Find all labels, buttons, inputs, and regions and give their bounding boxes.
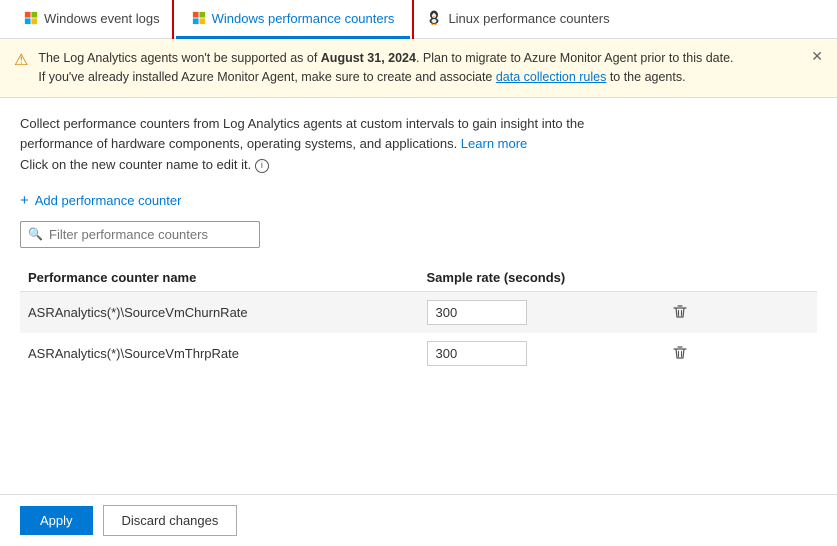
sample-rate-cell <box>419 291 658 333</box>
action-cell <box>658 291 817 333</box>
sample-rate-input[interactable] <box>427 300 527 325</box>
filter-input[interactable] <box>20 221 260 248</box>
counter-table: Performance counter name Sample rate (se… <box>20 264 817 374</box>
tab-linux-perf-counters[interactable]: Linux performance counters <box>410 0 625 39</box>
table-row: ASRAnalytics(*)\SourceVmChurnRate <box>20 291 817 333</box>
banner-text: The Log Analytics agents won't be suppor… <box>38 49 801 87</box>
column-header-name: Performance counter name <box>20 264 419 292</box>
main-content: Collect performance counters from Log An… <box>0 98 837 390</box>
data-collection-rules-link[interactable]: data collection rules <box>496 70 606 84</box>
tab-windows-perf-counters[interactable]: Windows performance counters <box>176 1 411 39</box>
table-header-row: Performance counter name Sample rate (se… <box>20 264 817 292</box>
delete-counter-button[interactable] <box>666 302 694 322</box>
tab-linux-perf-counters-label: Linux performance counters <box>448 11 609 26</box>
tab-windows-event-logs[interactable]: Windows event logs <box>8 1 176 39</box>
search-icon: 🔍 <box>28 227 43 241</box>
banner-close-button[interactable]: ✕ <box>811 49 823 63</box>
filter-container: 🔍 <box>20 221 260 248</box>
counter-name-cell: ASRAnalytics(*)\SourceVmChurnRate <box>20 291 419 333</box>
plus-icon: + <box>20 192 29 209</box>
trash-icon <box>672 304 688 320</box>
info-icon: i <box>255 159 269 173</box>
windows-event-logs-icon <box>24 11 38 25</box>
warning-banner: ⚠ The Log Analytics agents won't be supp… <box>0 39 837 98</box>
tab-navigation: Windows event logs Windows performance c… <box>0 0 837 39</box>
tab-windows-event-logs-label: Windows event logs <box>44 11 160 26</box>
tab-windows-perf-counters-label: Windows performance counters <box>212 11 395 26</box>
warning-icon: ⚠ <box>14 50 28 70</box>
windows-perf-counters-icon <box>192 11 206 25</box>
add-counter-button[interactable]: + Add performance counter <box>20 192 181 209</box>
add-counter-label: Add performance counter <box>35 193 182 208</box>
trash-icon <box>672 345 688 361</box>
counter-name-cell: ASRAnalytics(*)\SourceVmThrpRate <box>20 333 419 374</box>
linux-icon <box>426 10 442 26</box>
apply-button[interactable]: Apply <box>20 506 93 535</box>
sample-rate-cell <box>419 333 658 374</box>
table-row: ASRAnalytics(*)\SourceVmThrpRate <box>20 333 817 374</box>
description-text: Collect performance counters from Log An… <box>20 114 817 176</box>
action-cell <box>658 333 817 374</box>
learn-more-link[interactable]: Learn more <box>461 136 527 151</box>
sample-rate-input[interactable] <box>427 341 527 366</box>
footer: Apply Discard changes <box>0 494 837 546</box>
discard-changes-button[interactable]: Discard changes <box>103 505 238 536</box>
delete-counter-button[interactable] <box>666 343 694 363</box>
column-header-sample-rate: Sample rate (seconds) <box>419 264 658 292</box>
